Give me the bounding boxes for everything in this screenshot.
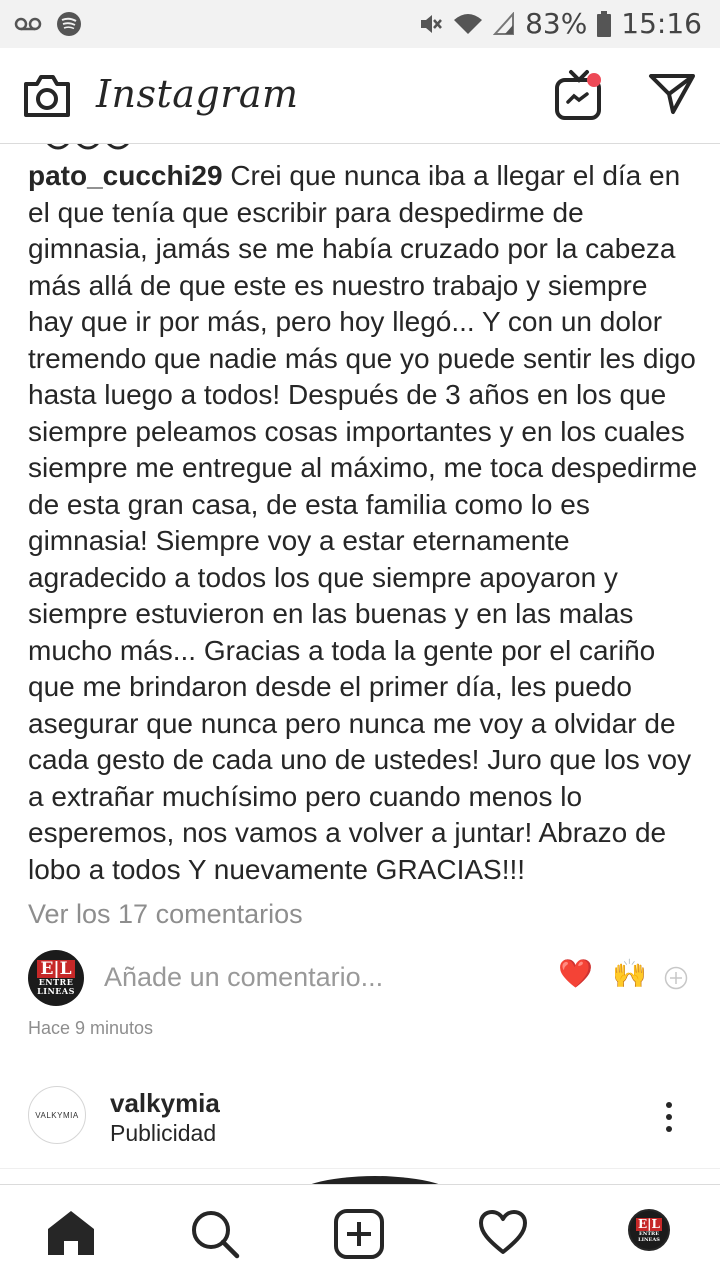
raised-hands-reaction[interactable]: 🙌 — [612, 960, 647, 988]
notification-dot — [587, 73, 601, 87]
mute-icon — [421, 15, 443, 33]
caption-text: Crei que nunca iba a llegar el día en el… — [28, 160, 698, 885]
new-post-icon[interactable] — [334, 1209, 384, 1259]
sponsored-label: Publicidad — [110, 1120, 217, 1146]
camera-icon[interactable] — [22, 72, 72, 118]
search-icon[interactable] — [190, 1209, 240, 1259]
heart-reaction[interactable]: ❤️ — [558, 960, 593, 988]
direct-message-icon[interactable] — [648, 72, 696, 116]
activity-icon[interactable] — [478, 1209, 528, 1255]
clock: 15:16 — [621, 7, 702, 40]
liked-by-avatars — [47, 144, 129, 150]
igtv-icon[interactable] — [554, 68, 604, 122]
status-bar: 83% 15:16 — [0, 0, 720, 48]
commenter-avatar: E|L ENTRE LINEAS — [28, 950, 84, 1006]
status-left-icons — [14, 11, 82, 37]
next-post-header: VALKYMIA valkymia Publicidad — [28, 1086, 698, 1148]
wifi-icon — [454, 14, 483, 34]
add-reaction-icon[interactable] — [664, 966, 688, 990]
battery-percentage: 83% — [525, 7, 588, 40]
battery-icon — [597, 11, 612, 37]
spotify-icon — [57, 12, 81, 36]
next-post-username[interactable]: valkymia — [110, 1088, 220, 1119]
instagram-logo: Instagram — [96, 72, 299, 116]
signal-icon — [493, 12, 515, 35]
profile-avatar[interactable]: E|L ENTRE LINEAS — [628, 1209, 670, 1251]
comment-input[interactable]: Añade un comentario... — [104, 962, 383, 993]
app-bar: Instagram — [0, 48, 720, 144]
status-right: 83% 15:16 — [417, 10, 702, 38]
valkymia-avatar[interactable]: VALKYMIA — [28, 1086, 86, 1144]
post-timestamp: Hace 9 minutos — [28, 1018, 154, 1038]
more-options-icon[interactable] — [666, 1102, 672, 1138]
voicemail-icon — [14, 17, 42, 31]
bottom-navigation: E|L ENTRE LINEAS — [0, 1184, 720, 1280]
post-caption: pato_cucchi29 Crei que nunca iba a llega… — [28, 158, 700, 888]
add-comment-row: E|L ENTRE LINEAS Añade un comentario... … — [28, 950, 698, 1006]
home-icon[interactable] — [46, 1209, 96, 1257]
caption-username[interactable]: pato_cucchi29 — [28, 160, 223, 191]
view-comments-link[interactable]: Ver los 17 comentarios — [28, 899, 303, 930]
divider — [0, 1168, 720, 1169]
